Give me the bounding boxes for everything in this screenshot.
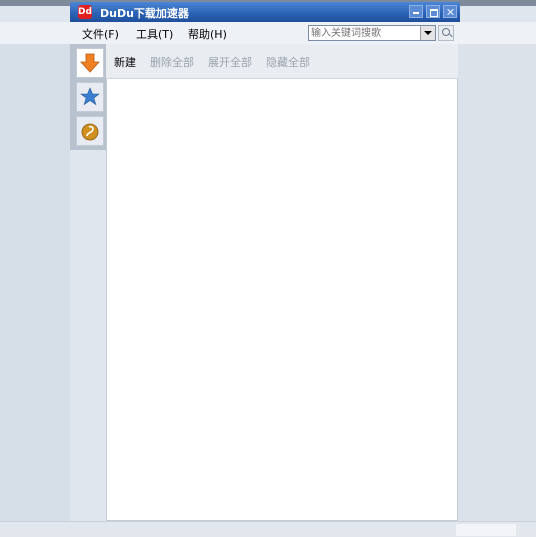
sidebar (70, 44, 106, 150)
download-list-area[interactable] (106, 79, 458, 521)
menu-file[interactable]: 文件(F) (82, 26, 119, 42)
star-icon (80, 87, 100, 106)
menu-help[interactable]: 帮助(H) (188, 26, 227, 42)
status-bar-right-pane (456, 524, 516, 536)
download-arrow-icon (80, 53, 100, 73)
search-button[interactable] (438, 25, 454, 41)
window-title: DuDu下载加速器 (100, 7, 189, 20)
search-box (308, 25, 436, 41)
new-button[interactable]: 新建 (114, 54, 136, 70)
sidebar-item-music[interactable] (76, 116, 104, 146)
delete-all-button[interactable]: 删除全部 (150, 54, 194, 70)
menu-bar: 文件(F) 工具(T) 帮助(H) (0, 22, 536, 44)
close-button[interactable] (443, 5, 457, 18)
sidebar-item-download[interactable] (76, 48, 104, 78)
toolbar: 新建 删除全部 展开全部 隐藏全部 (106, 44, 458, 79)
music-icon (81, 123, 99, 141)
sidebar-item-favorites[interactable] (76, 82, 104, 112)
minimize-button[interactable] (409, 5, 423, 18)
right-background-panel (458, 44, 536, 526)
search-dropdown-button[interactable] (420, 26, 435, 40)
app-logo-icon: Dd (78, 5, 92, 19)
hide-all-button[interactable]: 隐藏全部 (266, 54, 310, 70)
menu-tools[interactable]: 工具(T) (136, 26, 173, 42)
expand-all-button[interactable]: 展开全部 (208, 54, 252, 70)
search-input[interactable] (311, 27, 417, 40)
maximize-button[interactable] (426, 5, 440, 18)
title-bar[interactable]: Dd DuDu下载加速器 (70, 2, 460, 22)
left-background-panel (0, 44, 70, 526)
